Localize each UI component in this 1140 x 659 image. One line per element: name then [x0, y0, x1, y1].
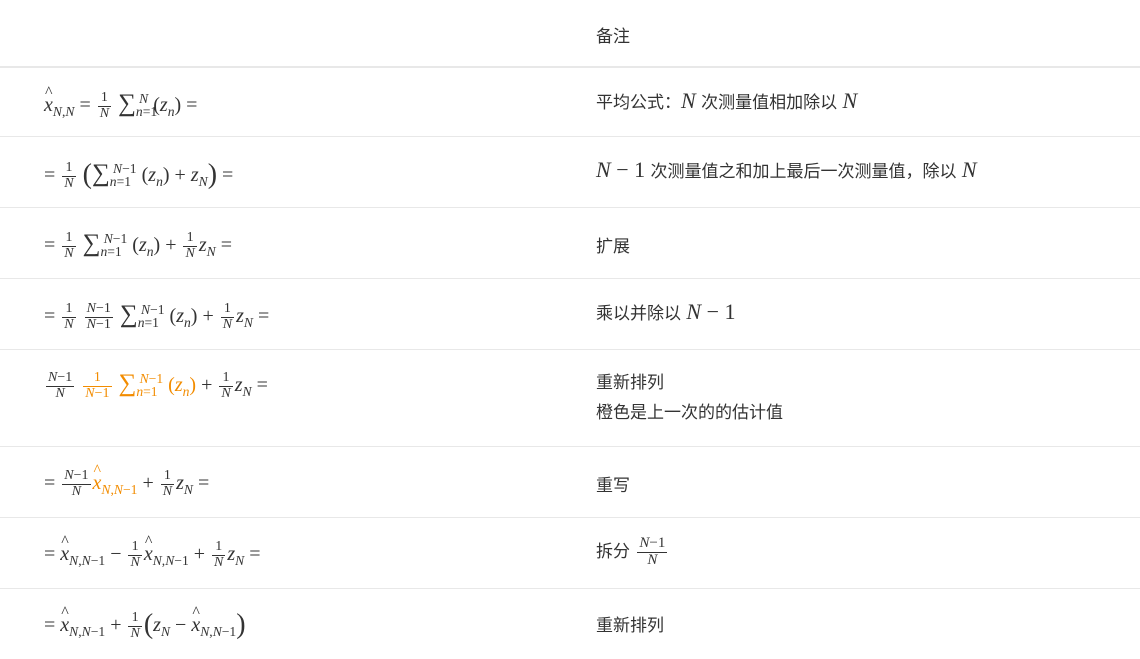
equation-6: = N−1NxN,N−1 + 1NzN = — [44, 462, 209, 499]
note-4: 乘以并除以 N − 1 — [596, 299, 736, 324]
equation-2: = 1N (∑n=1N−1 (zn) + zN) = — [44, 159, 234, 191]
table-header: 备注 — [0, 0, 1140, 68]
table-row: xN,N = 1N ∑n=1N (zn) = 平均公式：N 次测量值相加除以 N — [0, 68, 1140, 137]
table-row: = 1N (∑n=1N−1 (zn) + zN) = N − 1 次测量值之和加… — [0, 137, 1140, 208]
equation-4: = 1N N−1 N−1 ∑n=1N−1 (zn) + 1 NzN = — [44, 301, 270, 332]
table-row: = xN,N−1 − 1NxN,N−1 + 1NzN = 拆分 N−1N — [0, 518, 1140, 589]
equation-8: = xN,N−1 + 1N(zN − xN,N−1) — [44, 604, 246, 642]
table-row: = 1N N−1 N−1 ∑n=1N−1 (zn) + 1 NzN = 乘以并除以 … — [0, 279, 1140, 350]
note-6: 重写 — [596, 476, 630, 496]
table-row: N−1 N 1 N−1 ∑n=1N−1 (zn) + 1 NzN = 重新排列 橙色是… — [0, 350, 1140, 447]
header-note-title: 备注 — [596, 27, 630, 47]
note-1: 平均公式：N 次测量值相加除以 N — [596, 88, 858, 113]
table-row: = xN,N−1 + 1N(zN − xN,N−1) 重新排列 — [0, 589, 1140, 657]
equation-5: N−1 N 1 N−1 ∑n=1N−1 (zn) + 1 NzN = — [46, 370, 268, 401]
table-row: = 1N ∑n=1N−1 (zn) + 1 NzN = 扩展 — [0, 208, 1140, 279]
note-8: 重新排列 — [596, 616, 664, 636]
note-2: N − 1 次测量值之和加上最后一次测量值，除以 N — [596, 157, 977, 182]
equation-3: = 1N ∑n=1N−1 (zn) + 1 NzN = — [44, 230, 232, 261]
note-5a: 重新排列 — [596, 373, 664, 393]
note-3: 扩展 — [596, 237, 630, 257]
note-7: 拆分 N−1 N — [596, 535, 668, 568]
equation-1: xN,N = 1N ∑n=1N (zn) = — [44, 84, 197, 122]
note-5b: 橙色是上一次的的估计值 — [596, 403, 783, 423]
table-row: = N−1NxN,N−1 + 1NzN = 重写 — [0, 447, 1140, 518]
equation-7: = xN,N−1 − 1NxN,N−1 + 1NzN = — [44, 533, 261, 570]
previous-estimate-highlight: 1 N−1 ∑n=1N−1 (zn) — [83, 370, 197, 401]
